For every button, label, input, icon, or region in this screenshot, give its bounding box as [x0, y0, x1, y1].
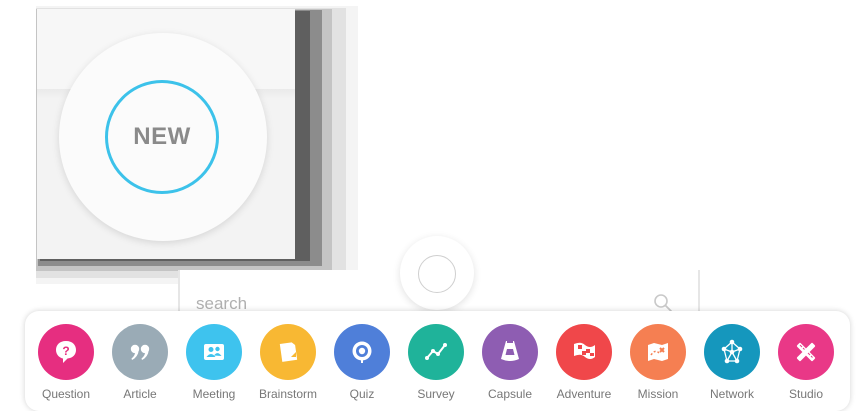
app-article[interactable]: Article: [103, 324, 177, 404]
app-quiz[interactable]: Quiz: [325, 324, 399, 404]
app-label: Article: [123, 387, 157, 401]
app-label: Studio: [788, 387, 824, 401]
app-studio[interactable]: Studio: [769, 324, 843, 404]
app-label: Survey: [417, 387, 455, 401]
app-meeting[interactable]: Meeting: [177, 324, 251, 404]
app-launcher-bar: ? Question Article Meeting Brainstorm Qu…: [25, 311, 850, 411]
app-icon-bg: [334, 324, 390, 380]
app-adventure[interactable]: Adventure: [547, 324, 621, 404]
app-label: Capsule: [487, 387, 533, 401]
capsule-icon: [501, 341, 519, 361]
app-question[interactable]: ? Question: [29, 324, 103, 404]
app-icon-bg: ?: [38, 324, 94, 380]
app-icon-bg: [260, 324, 316, 380]
people-icon: [204, 344, 224, 360]
app-network[interactable]: Network: [695, 324, 769, 404]
app-label: Brainstorm: [258, 387, 317, 401]
app-icon-bg: [778, 324, 834, 380]
app-label: Meeting: [192, 387, 236, 401]
target-icon: [352, 341, 372, 363]
app-label: Quiz: [349, 387, 375, 401]
map-icon: [648, 343, 668, 361]
app-label: Network: [709, 387, 754, 401]
app-icon-bg: [112, 324, 168, 380]
pencil-ruler-icon: [796, 342, 816, 362]
network-icon: [721, 339, 743, 364]
app-survey[interactable]: Survey: [399, 324, 473, 404]
app-label: Adventure: [556, 387, 612, 401]
app-icon-bg: [704, 324, 760, 380]
app-brainstorm[interactable]: Brainstorm: [251, 324, 325, 404]
center-knob-ring: [418, 255, 456, 293]
svg-text:?: ?: [62, 344, 69, 358]
app-label: Question: [41, 387, 91, 401]
sticky-note-icon: [279, 342, 298, 362]
line-graph-icon: [425, 343, 447, 360]
new-badge-card: NEW: [37, 9, 295, 259]
quote-icon: [130, 344, 150, 360]
app-icon-bg: [556, 324, 612, 380]
app-icon-bg: [408, 324, 464, 380]
new-button[interactable]: NEW: [105, 80, 219, 194]
app-mission[interactable]: Mission: [621, 324, 695, 404]
flag-icon: [574, 342, 595, 359]
new-label: NEW: [133, 123, 191, 150]
app-icon-bg: [630, 324, 686, 380]
question-icon: ?: [56, 341, 76, 363]
app-icon-bg: [186, 324, 242, 380]
app-icon-bg: [482, 324, 538, 380]
app-capsule[interactable]: Capsule: [473, 324, 547, 404]
app-label: Mission: [637, 387, 679, 401]
